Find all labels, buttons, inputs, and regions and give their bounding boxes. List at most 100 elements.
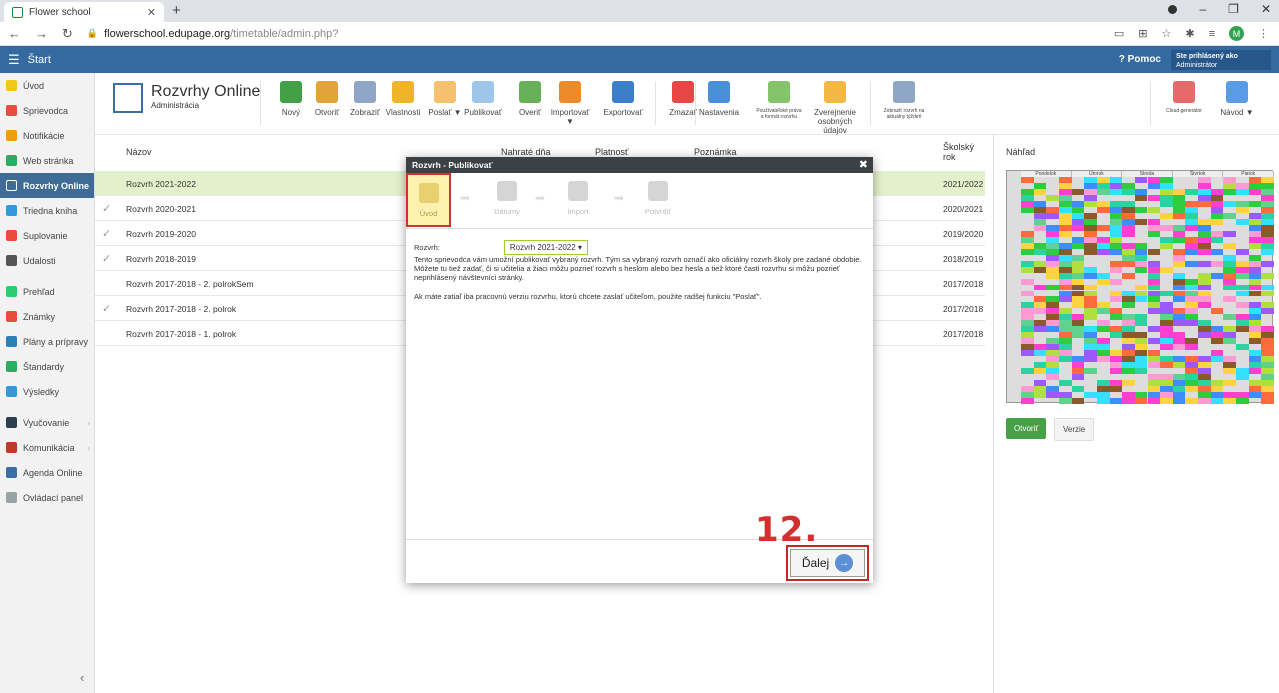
col-valid[interactable]: Platnosť [595,147,628,157]
bookmark-star-icon[interactable]: ☆ [1161,27,1171,40]
preview-cell [1248,290,1262,297]
profile-avatar[interactable]: M [1229,26,1244,41]
intro-text: Tento sprievodca vám umožní publikovať v… [414,255,862,282]
sidebar-item[interactable]: Triedna kniha [0,198,94,223]
toolbar-button-icon [354,81,376,103]
sidebar-item[interactable]: Prehľad [0,279,94,304]
col-uploaded[interactable]: Nahraté dňa [501,147,551,157]
toolbar-button[interactable]: Poslať ▼ [425,81,465,117]
col-note[interactable]: Poznámka [694,147,737,157]
sidebar-item[interactable]: Sprievodca [0,98,94,123]
app-topbar: ☰ Štart ? Pomoc Ste prihlásený ako Admin… [0,46,1279,73]
preview-cell [1122,398,1135,404]
preview-cell [1147,206,1161,213]
maximize-icon[interactable]: ❐ [1228,2,1239,16]
reload-icon[interactable]: ↻ [62,26,73,42]
wizard-step[interactable]: Úvod [406,173,451,227]
sidebar-item[interactable]: Štandardy [0,354,94,379]
preview-cell [1058,380,1072,387]
new-tab-icon[interactable]: + [172,2,181,19]
preview-cell [1160,344,1173,351]
preview-cell [1236,206,1249,213]
toolbar-button[interactable]: Zobraziť rozvrh na aktuálny týždeň [880,81,928,120]
user-menu[interactable]: Ste prihlásený ako Administrátor [1171,50,1271,70]
collapse-sidebar-icon[interactable]: ‹ [80,670,84,685]
sidebar-item[interactable]: Plány a prípravy [0,329,94,354]
minimize-icon[interactable]: – [1199,2,1206,16]
sidebar-item-icon [6,80,17,91]
more-icon[interactable]: ⋮ [1258,27,1269,40]
preview-cell [1248,368,1262,375]
wizard-step[interactable]: Import [556,181,600,216]
back-icon[interactable]: ← [8,26,21,41]
toolbar-separator [695,81,696,125]
sidebar-item[interactable]: Udalosti [0,248,94,273]
toolbar-button[interactable]: Nastavenia [699,81,739,117]
forward-icon[interactable]: → [35,26,48,41]
toolbar-button[interactable]: Návod ▼ [1217,81,1257,117]
preview-cell [1134,177,1148,183]
toolbar-button[interactable]: Nový [271,81,311,117]
sidebar-item-label: Úvod [23,80,45,91]
col-name[interactable]: Názov [126,147,152,157]
versions-button[interactable]: Verzie [1054,418,1095,441]
sidebar-item[interactable]: Známky [0,304,94,329]
dialog-header: Rozvrh - Publikovať ✖ [406,157,873,173]
preview-cell [1058,398,1072,404]
preview-cell [1134,194,1148,201]
preview-cell [1122,272,1135,279]
open-button[interactable]: Otvoriť [1006,418,1047,439]
sidebar-item[interactable]: Úvod [0,73,94,98]
preview-cell [1172,398,1186,404]
preview-cell [1084,368,1097,375]
preview-cell [1084,272,1097,279]
preview-cell [1046,272,1059,279]
sidebar-item-label: Výsledky [23,386,60,397]
toolbar-button[interactable]: Zobraziť [345,81,385,117]
wizard-step[interactable]: Dátumy [485,181,529,216]
next-button[interactable]: Ďalej → [790,549,865,577]
toolbar-button[interactable]: Overiť [510,81,550,117]
browser-tab[interactable]: Flower school ✕ [4,2,164,22]
toolbar-button[interactable]: Vlastnosti [383,81,423,117]
start-link[interactable]: Štart [28,54,51,66]
wizard-step[interactable]: Potvrdiť [636,181,680,216]
toolbar-button[interactable]: Používateľské práva a formát rozvrhu [755,81,803,120]
toolbar-button[interactable]: Publikovať [463,81,503,117]
toolbar-button[interactable]: Zmazať [663,81,703,117]
sidebar-item[interactable]: Agenda Online [0,460,94,485]
sidebar-item[interactable]: Ovládací panel [0,485,94,510]
preview-cell [1160,242,1173,249]
preview-cell [1223,314,1237,321]
sidebar-item[interactable]: Rozvrhy Online [0,173,94,198]
col-year[interactable]: Školský rok [943,142,981,162]
close-window-icon[interactable]: ✕ [1261,2,1271,16]
preview-cell [1021,368,1034,375]
toolbar-button[interactable]: Importovať ▼ [550,81,590,126]
sidebar-item[interactable]: Web stránka [0,148,94,173]
sidebar-item[interactable]: Komunikácia › [0,435,94,460]
next-button-highlight: Ďalej → [786,545,869,581]
toolbar-button[interactable]: Exportovať [603,81,643,117]
cast-icon[interactable]: ▭ [1114,27,1124,40]
preview-cell [1185,398,1199,404]
toolbar-button[interactable]: Zverejnenie osobných údajov [814,81,856,135]
sidebar-item[interactable]: Výsledky [0,379,94,404]
extensions-icon[interactable]: ✱ [1185,27,1194,40]
url-field[interactable]: 🔒 flowerschool.edupage.org/timetable/adm… [87,28,338,40]
reading-list-icon[interactable]: ≡ [1209,28,1215,40]
timetable-select[interactable]: Rozvrh 2021-2022 ▾ [503,240,588,255]
toolbar-button[interactable]: Otvoriť [307,81,347,117]
preview-cell [1261,260,1274,267]
help-button[interactable]: ? Pomoc [1119,54,1161,65]
record-icon[interactable] [1168,4,1178,14]
sidebar-item[interactable]: Vyučovanie › [0,410,94,435]
hamburger-icon[interactable]: ☰ [0,52,28,68]
toolbar-button[interactable]: Cloud generátor [1160,81,1208,114]
close-tab-icon[interactable]: ✕ [147,6,156,19]
qr-icon[interactable]: ⊞ [1138,27,1147,40]
toolbar-button-label: Overiť [518,108,542,117]
sidebar-item[interactable]: Suplovanie [0,223,94,248]
close-icon[interactable]: ✖ [859,158,868,171]
sidebar-item[interactable]: Notifikácie [0,123,94,148]
